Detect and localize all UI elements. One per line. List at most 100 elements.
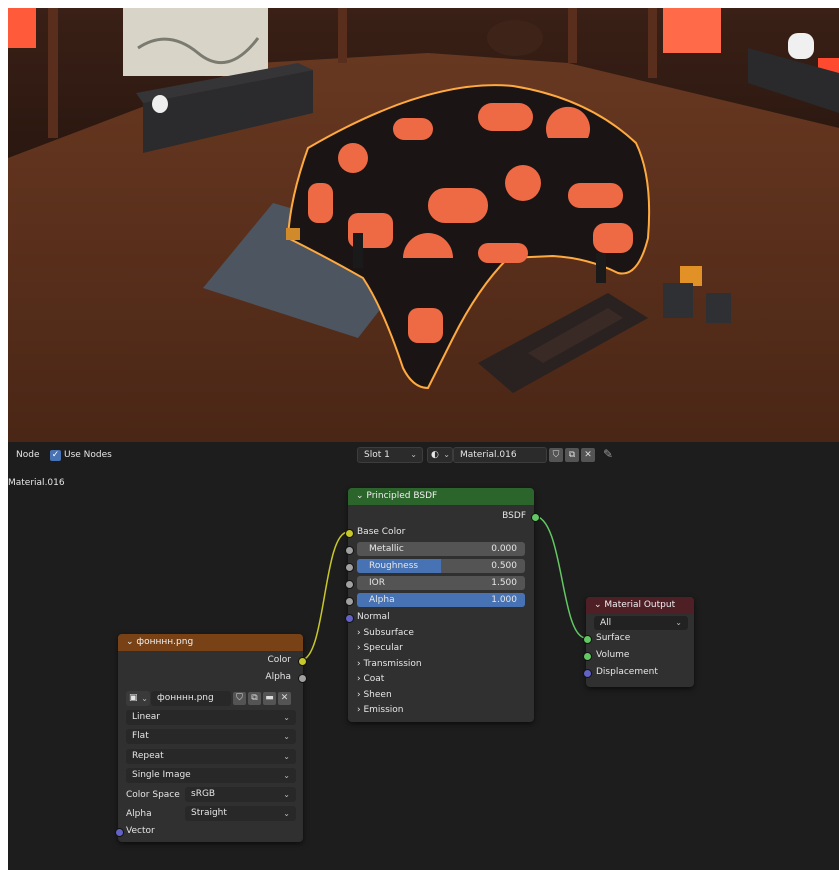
chevron-down-icon[interactable]: ⌄ [594, 600, 602, 610]
panel-label: Subsurface [363, 628, 414, 638]
wall-beam [648, 8, 657, 78]
image-name: фонннн.png [157, 693, 214, 703]
bsdf-output-label: BSDF [502, 511, 526, 521]
color-space-value: sRGB [191, 789, 216, 799]
extension-select[interactable]: Repeat ⌄ [126, 749, 296, 764]
shader-editor[interactable]: Node ✓ Use Nodes Slot 1 ⌄ ◐ ⌄ Material.0… [8, 442, 839, 870]
alpha-value: 1.000 [491, 595, 517, 605]
fake-user-shield-icon[interactable]: ⛉ [233, 692, 246, 705]
panel-label: Specular [363, 643, 403, 653]
viewport-render [8, 8, 839, 442]
candle [152, 95, 168, 113]
wall-painting [123, 8, 268, 76]
roughness-value: 0.500 [491, 561, 517, 571]
chevron-down-icon[interactable]: ⌄ [356, 491, 364, 501]
ior-socket[interactable] [345, 580, 354, 589]
roughness-label: Roughness [369, 561, 419, 571]
alpha-mode-select[interactable]: Straight ⌄ [185, 806, 296, 821]
displacement-input-socket[interactable] [583, 669, 592, 678]
color-output-label: Color [267, 655, 292, 665]
color-space-select[interactable]: sRGB ⌄ [185, 787, 296, 802]
volume-input-label: Volume [596, 650, 630, 660]
volume-input-socket[interactable] [583, 652, 592, 661]
urn [487, 20, 543, 56]
alpha-socket[interactable] [345, 597, 354, 606]
metallic-label: Metallic [369, 544, 404, 554]
small-box [663, 283, 693, 318]
image-texture-header[interactable]: ⌄ фонннн.png [118, 634, 303, 651]
projection-select[interactable]: Flat ⌄ [126, 729, 296, 744]
candle [788, 33, 814, 59]
vector-input-label: Vector [126, 826, 155, 836]
material-output-node[interactable]: ⌄ Material Output All ⌄ Surface Volume D… [583, 597, 694, 687]
chevron-down-icon: ⌄ [283, 771, 290, 780]
small-box [706, 293, 731, 323]
duplicate-icon[interactable]: ⧉ [248, 692, 261, 705]
target-select[interactable]: All ⌄ [594, 616, 688, 630]
panel-sheen[interactable]: › Sheen [357, 690, 392, 700]
link-color-to-base-color [300, 531, 349, 661]
alpha-output-socket[interactable] [298, 674, 307, 683]
normal-label: Normal [357, 612, 390, 622]
panel-label: Coat [363, 674, 385, 684]
3d-viewport[interactable] [8, 8, 839, 442]
panel-label: Transmission [363, 659, 422, 669]
panel-coat[interactable]: › Coat [357, 674, 384, 684]
chevron-down-icon: ⌄ [283, 790, 290, 799]
window-light [8, 8, 36, 48]
panel-emission[interactable]: › Emission [357, 705, 404, 715]
roughness-socket[interactable] [345, 563, 354, 572]
bsdf-title: Principled BSDF [366, 491, 438, 501]
wall-beam [338, 8, 347, 63]
alpha-label: Alpha [369, 595, 395, 605]
target-value: All [600, 618, 612, 628]
chevron-down-icon: ⌄ [283, 732, 290, 741]
metallic-socket[interactable] [345, 546, 354, 555]
material-output-header[interactable]: ⌄ Material Output [586, 597, 694, 614]
base-color-socket[interactable] [345, 529, 354, 538]
interpolation-select[interactable]: Linear ⌄ [126, 710, 296, 725]
close-icon[interactable]: ✕ [278, 692, 291, 705]
metallic-value: 0.000 [491, 544, 517, 554]
alpha-mode-value: Straight [191, 808, 227, 818]
panel-subsurface[interactable]: › Subsurface [357, 628, 414, 638]
alpha-slider[interactable]: Alpha 1.000 [357, 593, 525, 607]
chevron-down-icon[interactable]: ⌄ [126, 637, 134, 647]
table-leg [596, 253, 606, 283]
bsdf-output-socket[interactable] [531, 513, 540, 522]
source-select[interactable]: Single Image ⌄ [126, 768, 296, 783]
image-name-field[interactable]: фонннн.png [151, 691, 231, 706]
panel-transmission[interactable]: › Transmission [357, 659, 422, 669]
interpolation-value: Linear [132, 712, 160, 722]
roughness-slider[interactable]: Roughness 0.500 [357, 559, 525, 573]
chevron-down-icon: ⌄ [283, 713, 290, 722]
metallic-slider[interactable]: Metallic 0.000 [357, 542, 525, 556]
table-leg [353, 233, 363, 268]
panel-label: Sheen [363, 690, 392, 700]
image-browse[interactable]: ▣ ⌄ [126, 691, 150, 706]
ior-slider[interactable]: IOR 1.500 [357, 576, 525, 590]
ior-value: 1.500 [491, 578, 517, 588]
image-texture-node[interactable]: ⌄ фонннн.png Color Alpha ▣ ⌄ фонннн.png … [115, 634, 307, 842]
surface-input-label: Surface [596, 633, 631, 643]
chevron-down-icon: ⌄ [675, 618, 682, 627]
surface-input-socket[interactable] [583, 635, 592, 644]
vector-input-socket[interactable] [115, 828, 124, 837]
extension-value: Repeat [132, 751, 164, 761]
source-value: Single Image [132, 770, 191, 780]
alpha-output-label: Alpha [265, 672, 291, 682]
color-output-socket[interactable] [298, 657, 307, 666]
panel-specular[interactable]: › Specular [357, 643, 403, 653]
principled-bsdf-node[interactable]: ⌄ Principled BSDF BSDF Base Color Metall… [345, 488, 540, 722]
material-output-title: Material Output [604, 600, 676, 610]
folder-icon[interactable]: ▬ [263, 692, 276, 705]
bsdf-header[interactable]: ⌄ Principled BSDF [348, 488, 534, 505]
image-node-title: фонннн.png [136, 637, 194, 647]
alpha-mode-label: Alpha [126, 809, 152, 819]
normal-socket[interactable] [345, 614, 354, 623]
small-box [286, 228, 300, 240]
panel-label: Emission [363, 705, 404, 715]
window-light [663, 8, 721, 53]
projection-value: Flat [132, 731, 149, 741]
chevron-down-icon: ⌄ [283, 752, 290, 761]
